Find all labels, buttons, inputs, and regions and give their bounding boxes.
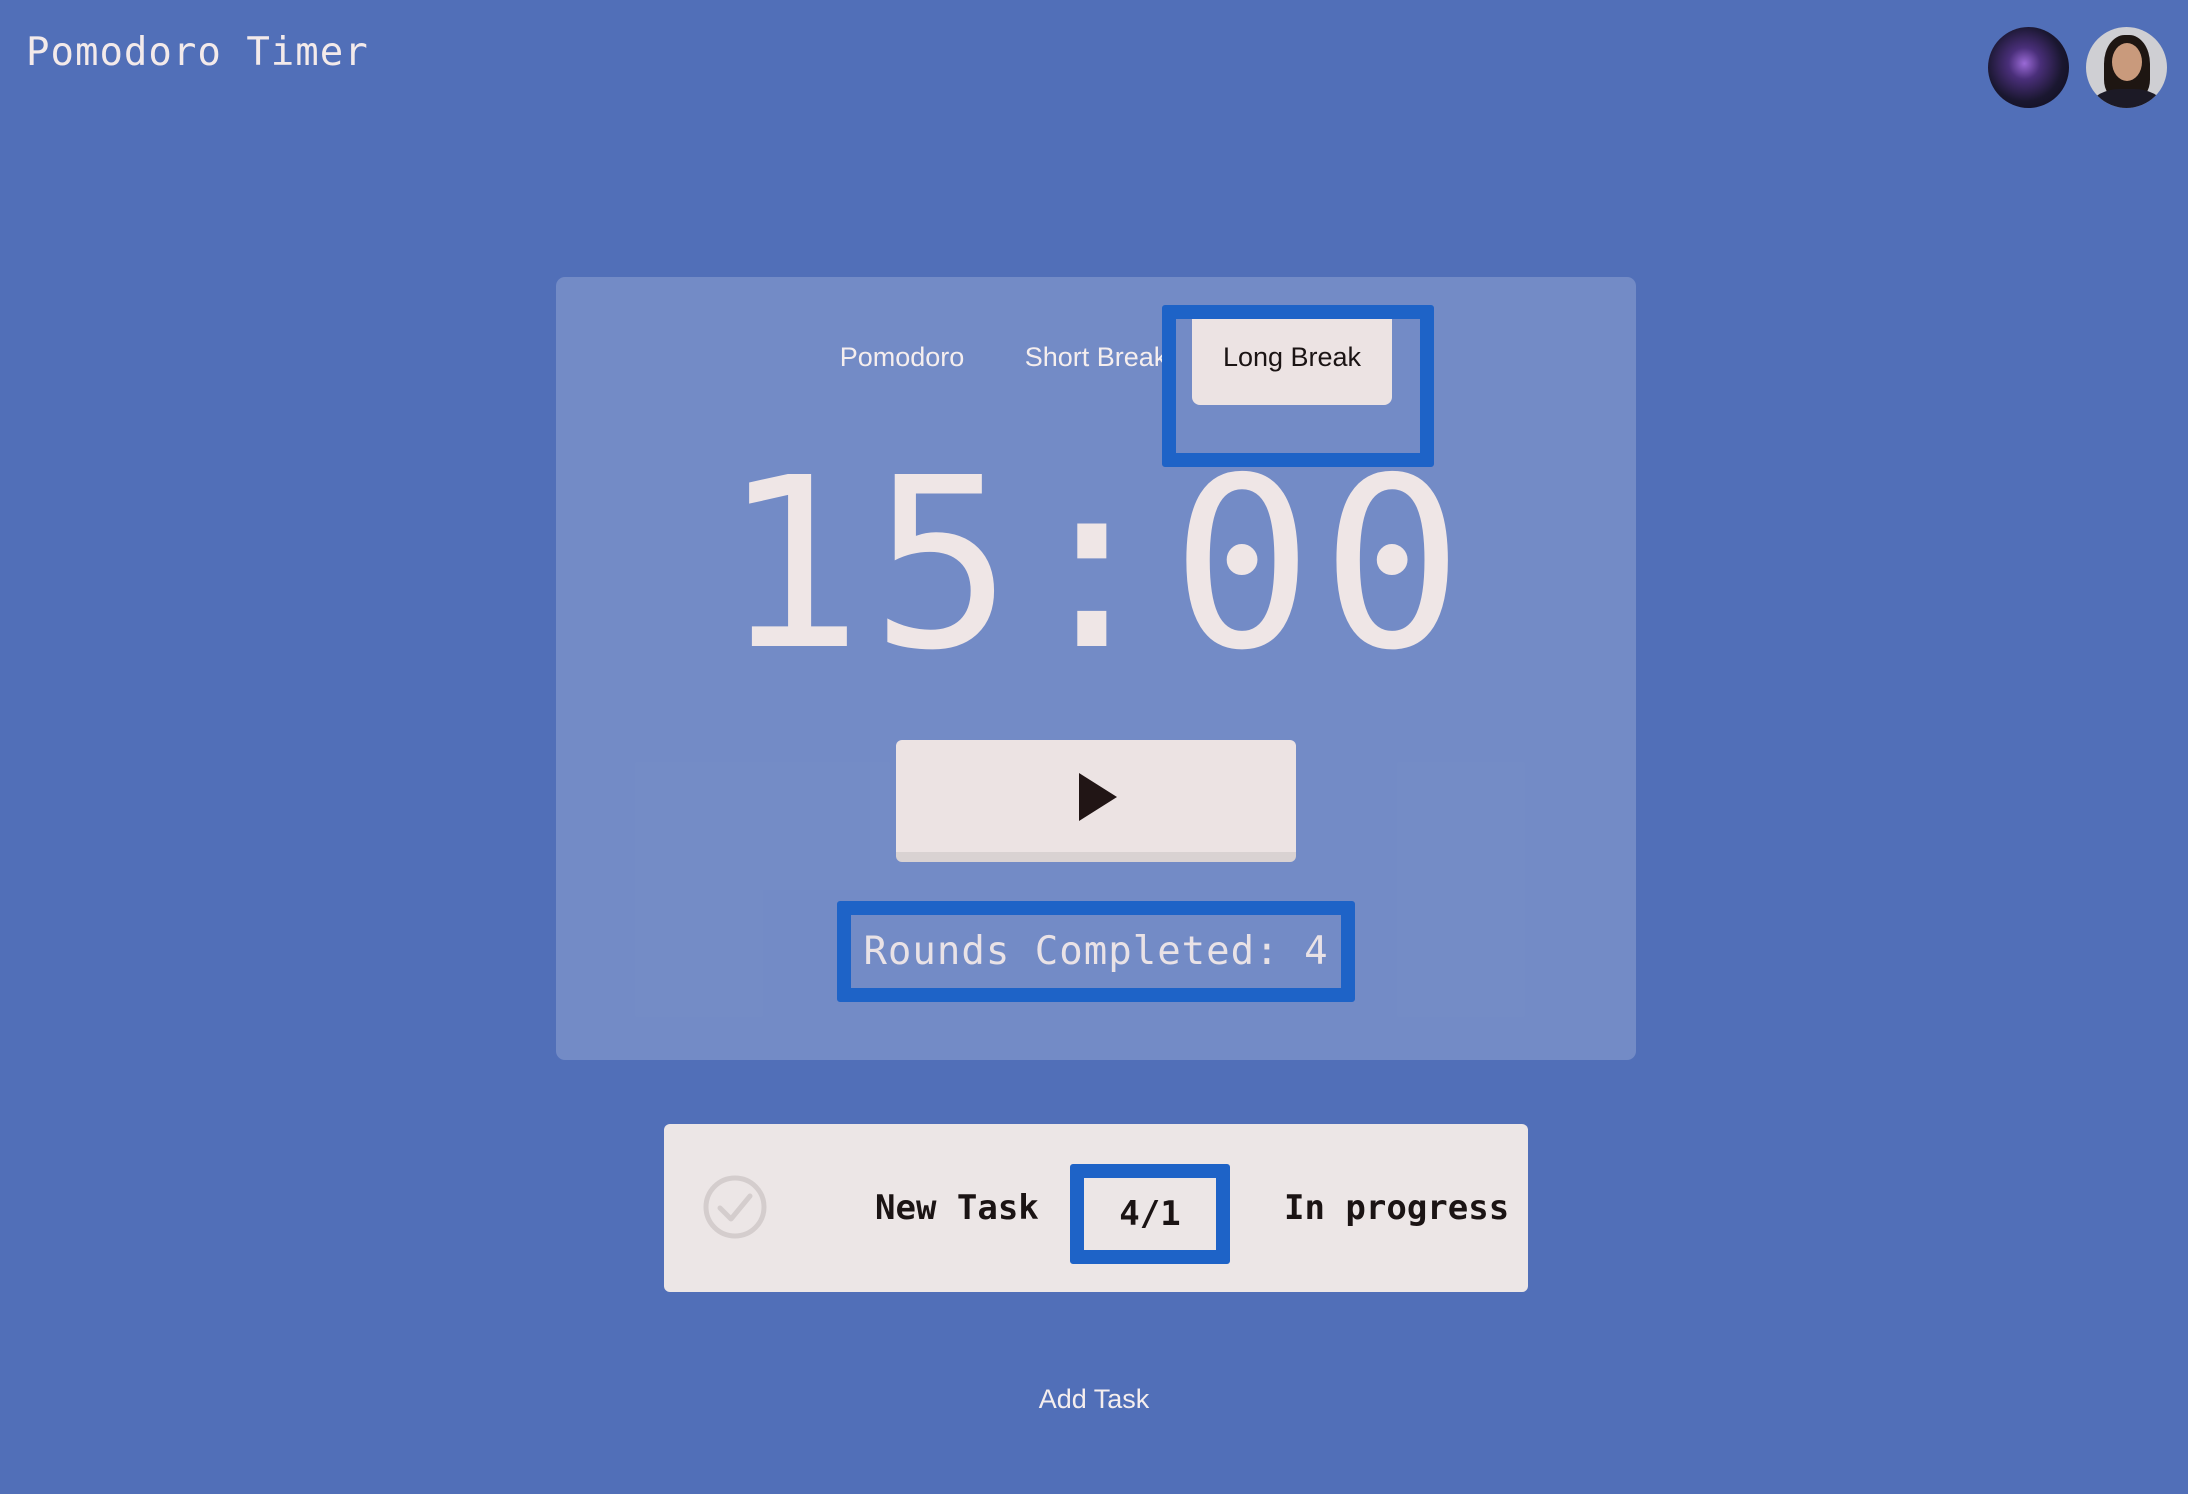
task-count-text: 4/1 (1119, 1194, 1181, 1234)
tab-long-break[interactable]: Long Break (1192, 309, 1392, 405)
task-item[interactable]: New Task 4/1 In progress (664, 1124, 1528, 1292)
play-icon (1079, 773, 1117, 821)
task-status: In progress (1284, 1188, 1510, 1228)
task-name: New Task (875, 1188, 1039, 1228)
tab-pomodoro[interactable]: Pomodoro (822, 309, 982, 405)
app-title: Pomodoro Timer (26, 30, 369, 75)
mode-tabs: Pomodoro Short Break Long Break (556, 305, 1636, 467)
start-button[interactable] (896, 740, 1296, 862)
check-circle-icon[interactable] (702, 1174, 768, 1240)
avatar[interactable] (2086, 27, 2167, 108)
timer-display: 15:00 (720, 427, 1472, 702)
add-task-button[interactable]: Add Task (0, 1384, 2188, 1415)
task-pomodoro-count: 4/1 (1070, 1164, 1230, 1264)
timer-card: Pomodoro Short Break Long Break 15:00 Ro… (556, 277, 1636, 1060)
avatar-group (1988, 27, 2167, 108)
avatar[interactable] (1988, 27, 2069, 108)
rounds-completed: Rounds Completed: 4 (837, 901, 1355, 1002)
tab-short-break[interactable]: Short Break (1006, 309, 1186, 405)
rounds-completed-text: Rounds Completed: 4 (863, 929, 1329, 974)
